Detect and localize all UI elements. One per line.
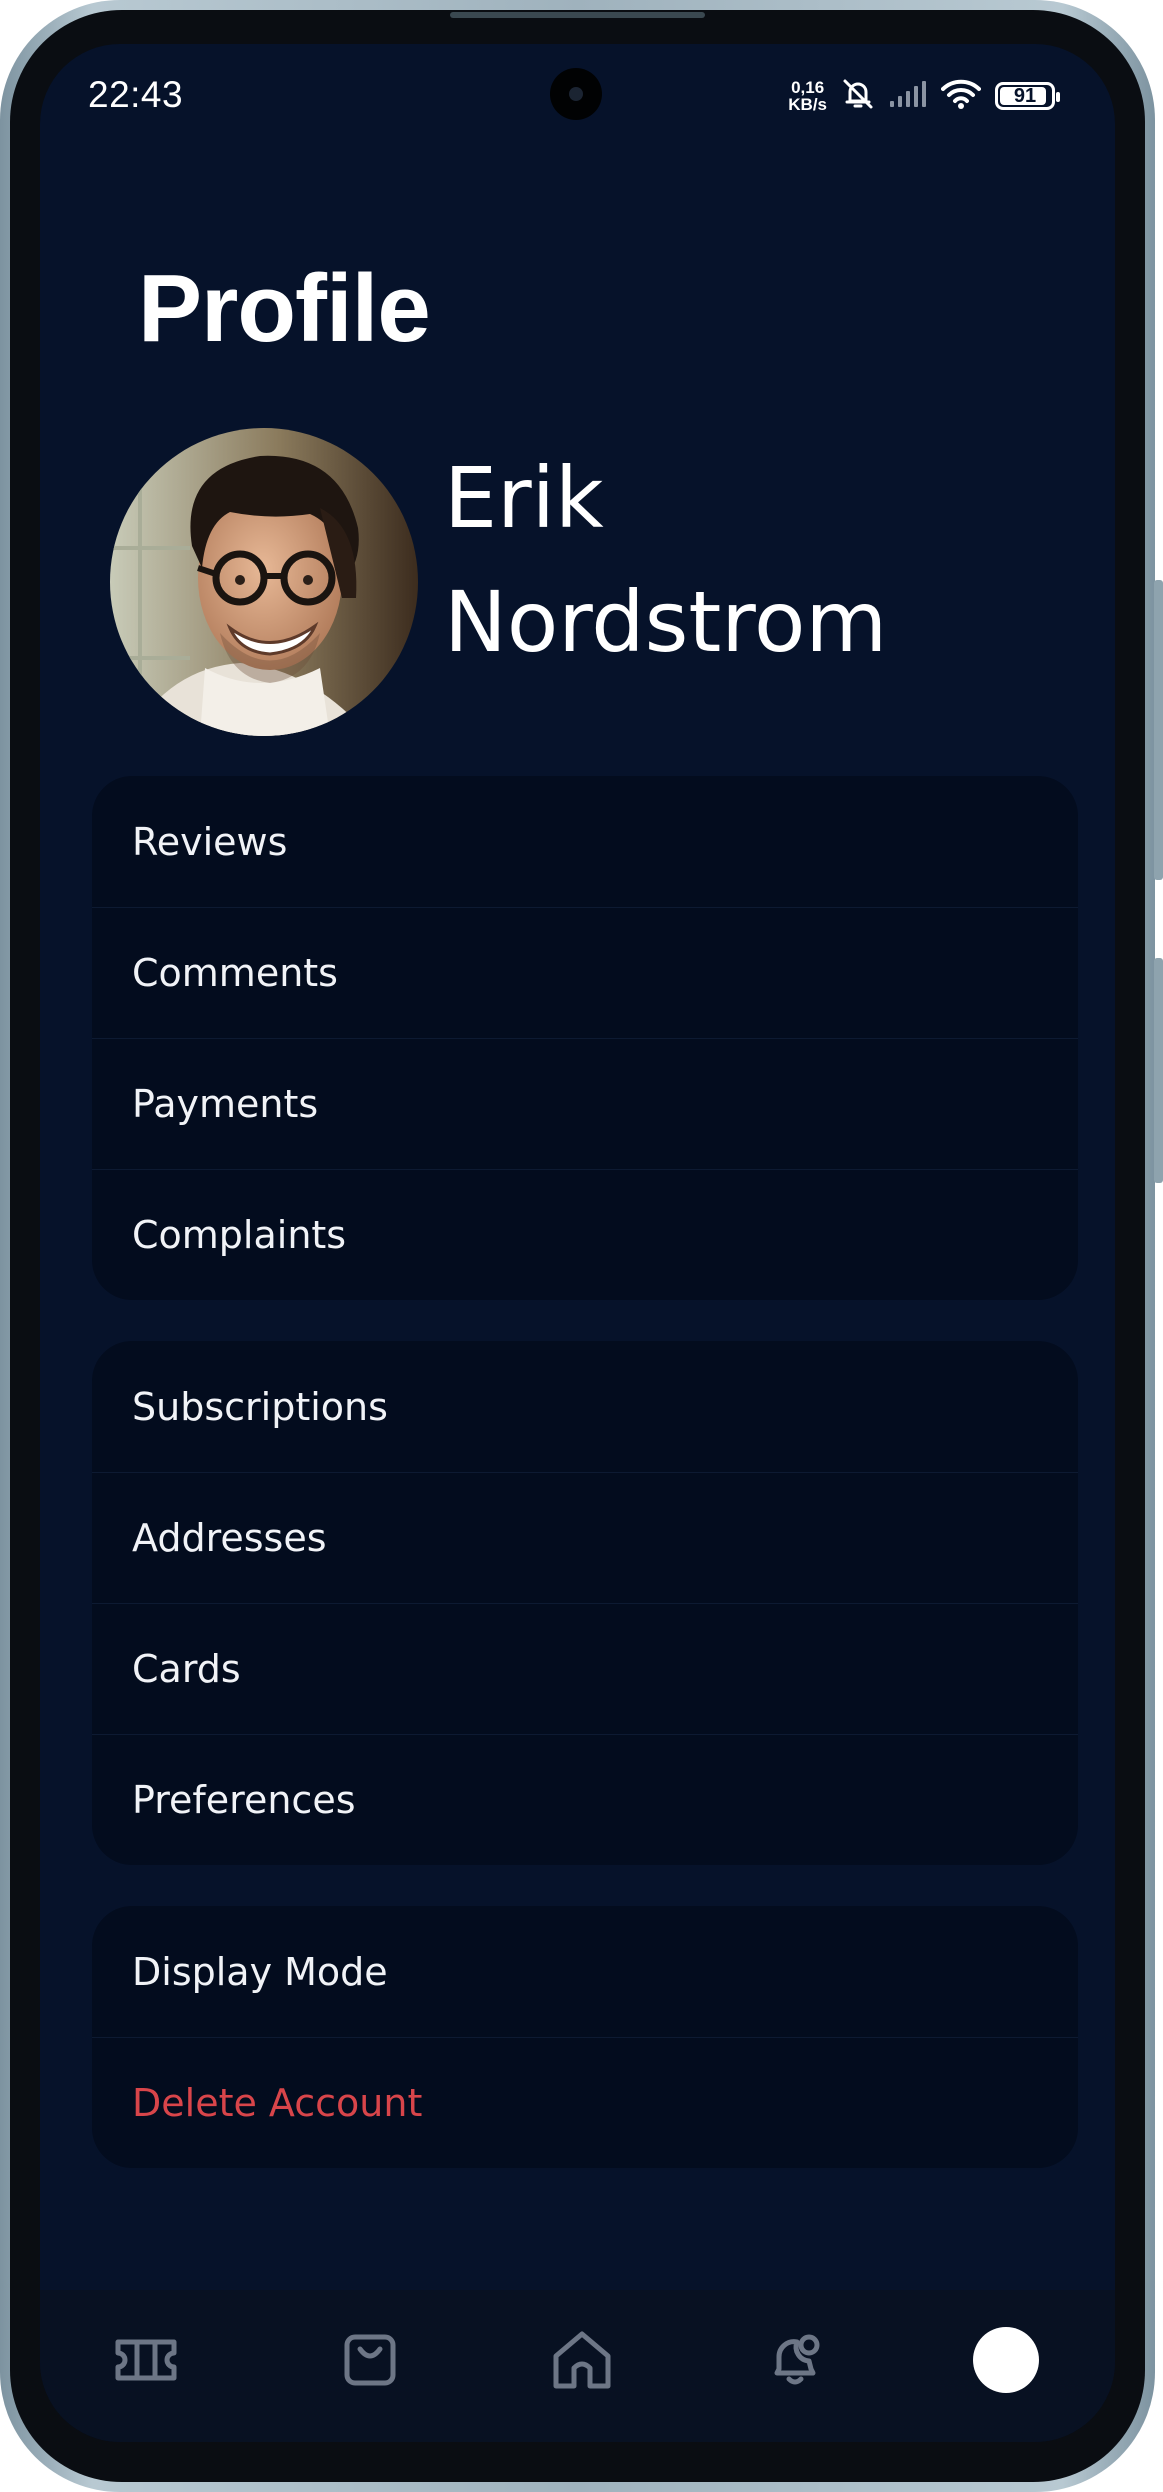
status-time: 22:43 (88, 74, 184, 115)
ticket-icon (113, 2336, 179, 2384)
earpiece (450, 12, 705, 18)
battery-level: 91 (1013, 84, 1037, 107)
menu-item-addresses[interactable]: Addresses (92, 1472, 1078, 1603)
bell-icon (767, 2331, 825, 2389)
avatar[interactable] (110, 428, 418, 736)
mute-icon (841, 77, 875, 115)
bottom-nav (40, 2290, 1115, 2442)
menu-group-activity: Reviews Comments Payments Complaints (92, 776, 1078, 1300)
nav-home[interactable] (542, 2320, 622, 2400)
status-icons: 0,16 KB/s 91 (788, 74, 1060, 118)
front-camera (550, 68, 602, 120)
menu-group-account: Subscriptions Addresses Cards Preference… (92, 1341, 1078, 1865)
nav-tickets[interactable] (106, 2320, 186, 2400)
menu-item-reviews[interactable]: Reviews (92, 776, 1078, 907)
home-icon (550, 2328, 614, 2392)
wifi-icon (941, 78, 981, 114)
menu-item-display-mode[interactable]: Display Mode (92, 1906, 1078, 2037)
page-title: Profile (138, 255, 431, 362)
profile-avatar (973, 2327, 1039, 2393)
menu-group-settings: Display Mode Delete Account (92, 1906, 1078, 2168)
nav-orders[interactable] (330, 2320, 410, 2400)
power-button (1154, 958, 1163, 1183)
screen: 22:43 0,16 KB/s 91 Profile Erik Nordstro… (40, 44, 1115, 2442)
status-bar: 22:43 0,16 KB/s 91 (40, 44, 1115, 154)
volume-button (1154, 580, 1163, 880)
menu-item-comments[interactable]: Comments (92, 907, 1078, 1038)
menu-item-payments[interactable]: Payments (92, 1038, 1078, 1169)
network-speed-value: 0,16 (791, 78, 825, 97)
phone-device: 22:43 0,16 KB/s 91 Profile Erik Nordstro… (0, 0, 1163, 2492)
profile-header (110, 428, 418, 736)
network-speed-unit: KB/s (788, 95, 827, 114)
menu-item-complaints[interactable]: Complaints (92, 1169, 1078, 1300)
signal-icon (889, 79, 927, 113)
user-name: Erik Nordstrom (444, 449, 888, 671)
nav-profile[interactable] (966, 2320, 1046, 2400)
bag-icon (343, 2333, 397, 2387)
delete-account-button[interactable]: Delete Account (92, 2037, 1078, 2168)
menu-item-preferences[interactable]: Preferences (92, 1734, 1078, 1865)
menu-item-subscriptions[interactable]: Subscriptions (92, 1341, 1078, 1472)
nav-notifications[interactable] (756, 2320, 836, 2400)
menu-item-cards[interactable]: Cards (92, 1603, 1078, 1734)
network-speed: 0,16 KB/s (788, 79, 827, 113)
battery-icon: 91 (995, 82, 1060, 110)
